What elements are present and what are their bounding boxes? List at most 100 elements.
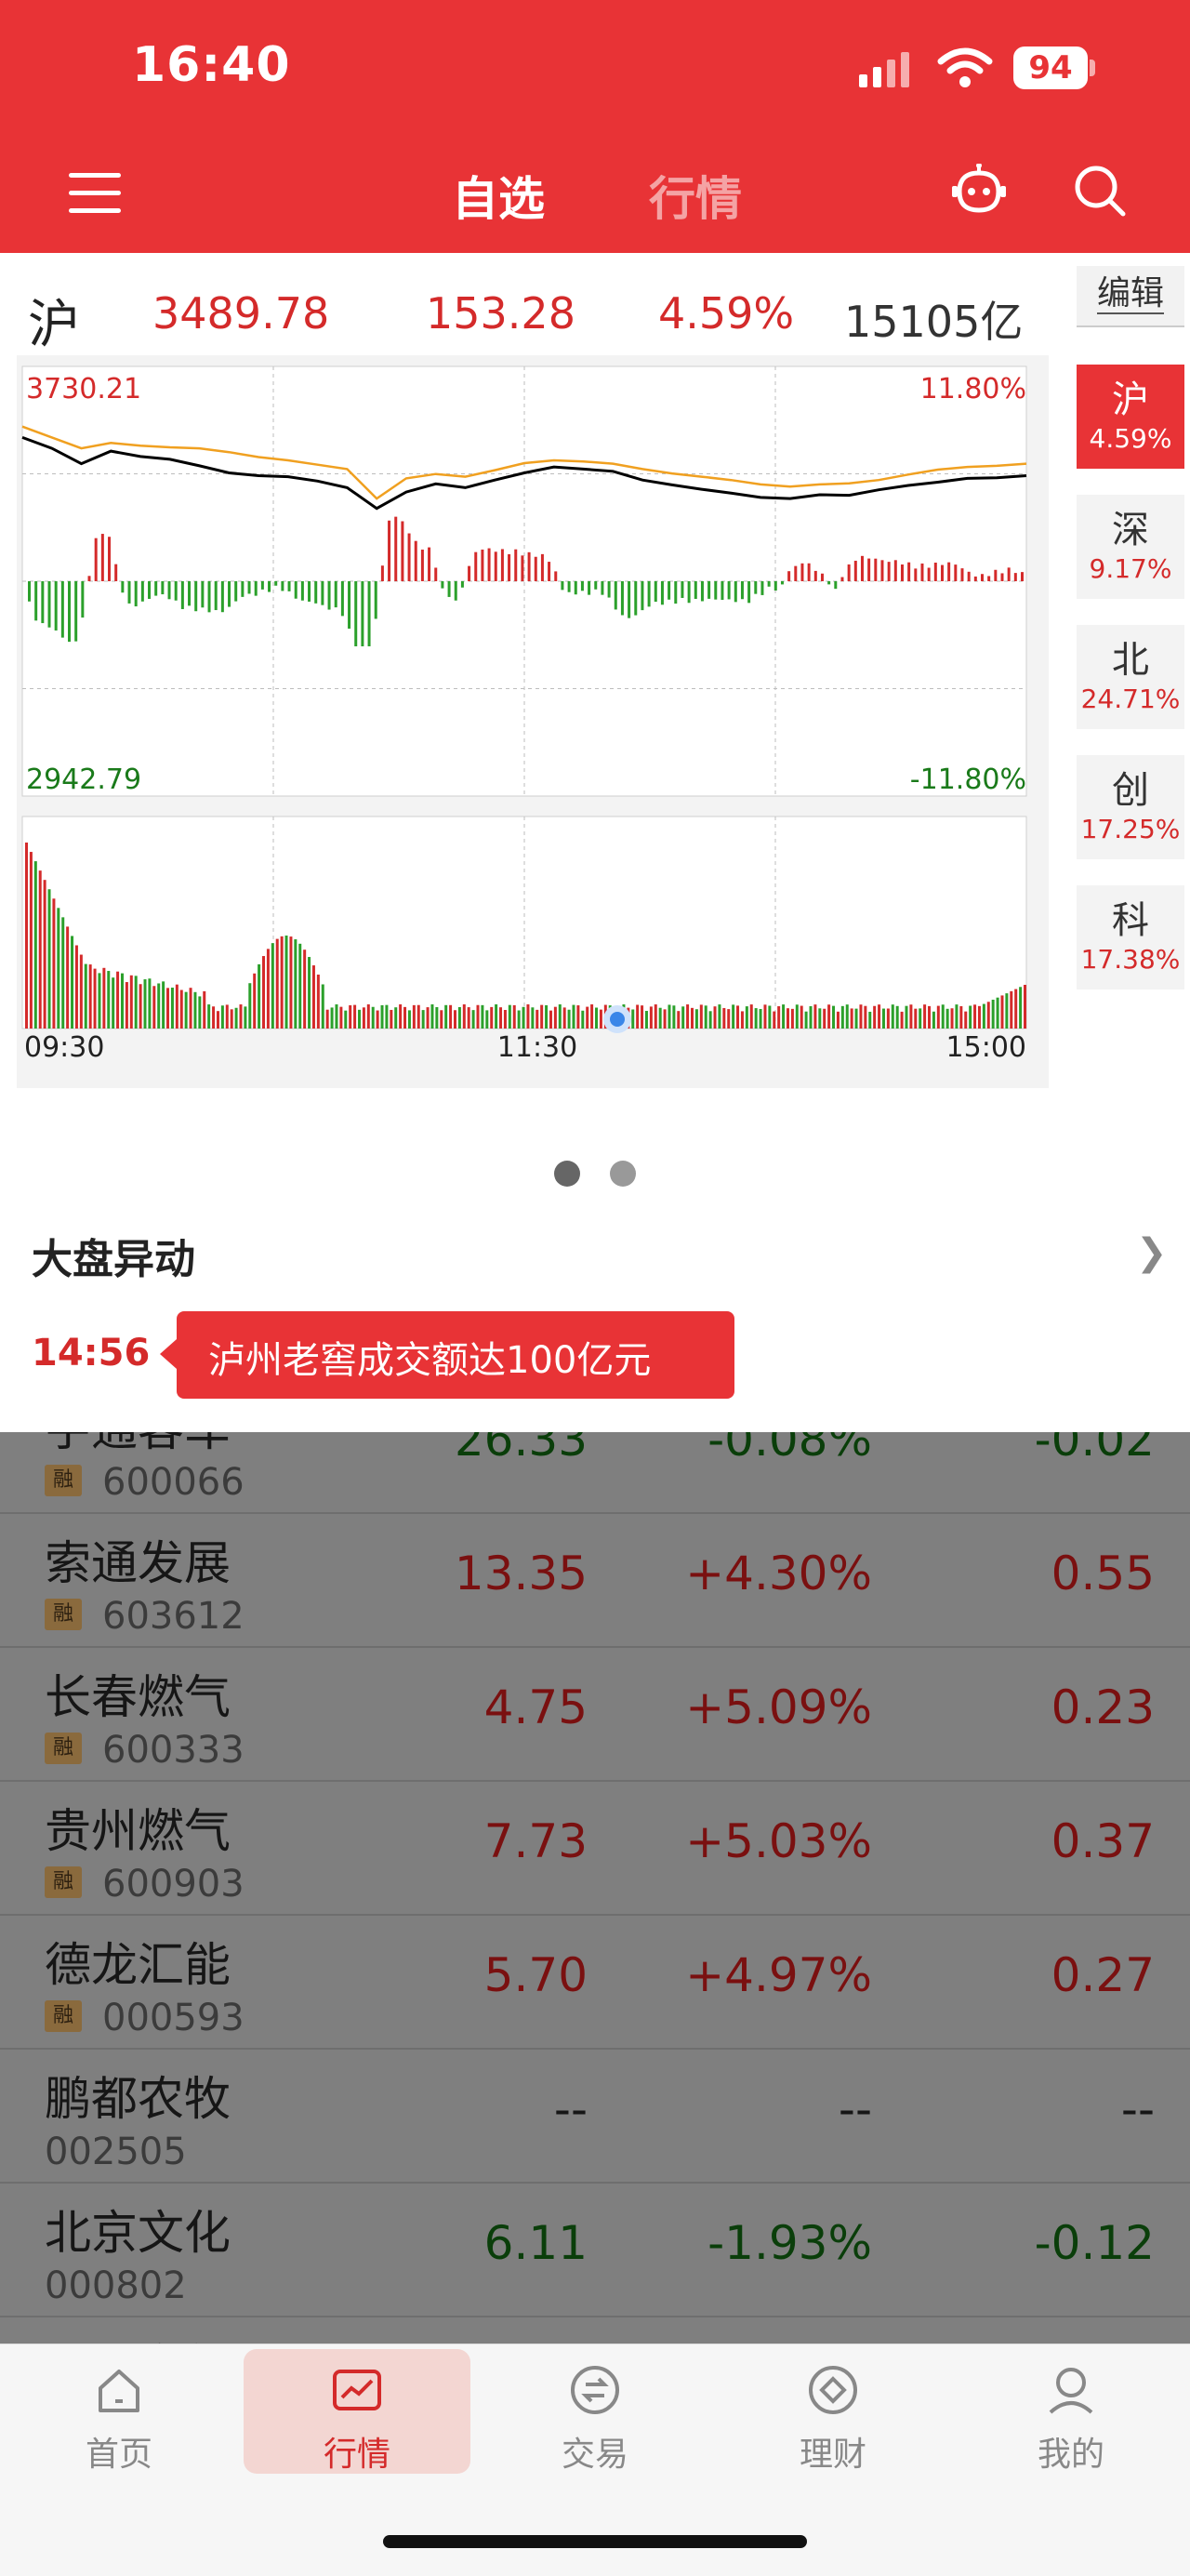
nav-trade[interactable]: 交易 [483,2344,707,2483]
alert-text: 泸州老窖成交额达100亿元 [208,1339,652,1382]
momentum-bar [41,581,45,624]
edit-label: 编辑 [1096,274,1164,314]
nav-home[interactable]: 首页 [7,2344,231,2483]
volume-bar [1014,989,1018,1029]
index-change: 153.28 [426,288,575,339]
side-item-sh[interactable]: 沪 4.59% [1077,365,1184,469]
trade-icon [571,2366,619,2414]
volume-bar [330,1007,334,1029]
stock-change: 0.23 [1051,1680,1155,1734]
volume-bar [586,1006,589,1029]
momentum-bar [754,581,758,594]
index-pct: 4.59% [658,288,795,339]
stock-price: 7.73 [483,1814,588,1868]
momentum-bar [180,581,184,609]
momentum-bar [487,548,491,581]
volume-bar [691,1007,694,1029]
volume-bar [800,1005,803,1029]
side-item-sz[interactable]: 深 9.17% [1077,495,1184,599]
index-price: 3489.78 [152,288,330,339]
stock-change: 0.27 [1051,1948,1155,2002]
volume-bar [84,963,87,1029]
volume-bar [517,1010,521,1029]
volume-bar [339,1006,343,1029]
volume-bar [512,1004,516,1029]
stock-row[interactable]: 宇通客车融 600066 26.33 -0.08% -0.02 [0,1432,1190,1514]
stock-code: 002505 [45,2131,187,2173]
chevron-right-icon[interactable]: ❯ [1136,1231,1168,1274]
momentum-bar [454,581,457,601]
volume-bar [681,1006,685,1029]
volume-bar [873,1005,877,1029]
margin-tag: 融 [45,1465,82,1496]
side-item-cy[interactable]: 创 17.25% [1077,755,1184,859]
nav-market[interactable]: 行情 [245,2344,469,2483]
momentum-bar [254,581,258,596]
side-item-bj[interactable]: 北 24.71% [1077,625,1184,729]
tab-market[interactable]: 行情 [649,162,742,229]
volume-bar [1024,985,1026,1029]
momentum-bar [167,581,171,600]
volume-bar [832,1005,836,1029]
momentum-bar [914,568,918,581]
momentum-bar [47,581,51,628]
volume-bar [390,1009,393,1029]
stock-row[interactable]: 深圳燃气 [0,2317,1190,2344]
momentum-bar [780,581,784,585]
momentum-bar [514,549,518,581]
volume-bar [900,1011,904,1029]
stock-row[interactable]: 德龙汇能融 000593 5.70 +4.97% 0.27 [0,1915,1190,2050]
volume-bar [886,1008,890,1029]
stock-row[interactable]: 贵州燃气融 600903 7.73 +5.03% 0.37 [0,1781,1190,1916]
stock-row[interactable]: 北京文化 000802 6.11 -1.93% -0.12 [0,2183,1190,2317]
volume-bar [248,983,252,1029]
volume-bar [945,1008,949,1029]
stock-row[interactable]: 长春燃气融 600333 4.75 +5.09% 0.23 [0,1647,1190,1782]
intraday-chart[interactable]: 3730.21 11.80% 2942.79 -11.80% 09:30 11:… [17,355,1049,1088]
volume-bar [923,1004,927,1029]
side-item-pct: 17.38% [1080,944,1181,975]
volume-bar [362,1007,365,1029]
stock-row[interactable]: 索通发展融 603612 13.35 +4.30% 0.55 [0,1513,1190,1648]
volume-bar [385,1004,389,1029]
volume-bar [919,1008,922,1029]
battery-tip [1090,60,1095,76]
finance-icon [809,2366,857,2414]
volume-bar [722,1007,726,1029]
tab-watchlist[interactable]: 自选 [452,162,545,229]
momentum-bar [287,581,291,591]
stock-row[interactable]: 鹏都农牧 002505 -- -- -- [0,2049,1190,2184]
volume-bar [905,1005,908,1029]
momentum-bar [834,581,838,590]
side-item-pct: 9.17% [1089,553,1172,584]
nav-profile[interactable]: 我的 [959,2344,1183,2483]
pager-dot[interactable] [610,1161,636,1187]
momentum-bar [767,581,771,587]
momentum-bar [388,520,391,581]
side-item-kc[interactable]: 科 17.38% [1077,885,1184,989]
volume-bar [266,949,270,1029]
momentum-bar [327,581,331,610]
momentum-bar [87,576,91,581]
momentum-bar [574,581,577,595]
volume-bar [928,1005,932,1029]
search-icon[interactable] [1073,164,1127,218]
momentum-bar [774,581,777,591]
volume-bar [672,1005,676,1029]
volume-bar [694,1009,698,1029]
nav-finance[interactable]: 理财 [721,2344,945,2483]
momentum-bar [1013,573,1017,581]
robot-assistant-icon[interactable] [950,164,1008,216]
stock-code: 600066 [102,1461,245,1504]
pager-dot-active[interactable] [554,1161,580,1187]
nav-label: 我的 [1037,2436,1104,2474]
stock-code: 000802 [45,2264,187,2307]
stock-price: 26.33 [454,1432,588,1467]
volume-bar [162,981,165,1029]
edit-button[interactable]: 编辑 [1077,266,1184,327]
volume-bar [134,976,138,1029]
volume-bar [61,917,65,1029]
alert-bubble[interactable]: 泸州老窖成交额达100亿元 [160,1311,734,1399]
menu-icon[interactable] [69,173,121,214]
section-title[interactable]: 大盘异动 [32,1226,195,1285]
